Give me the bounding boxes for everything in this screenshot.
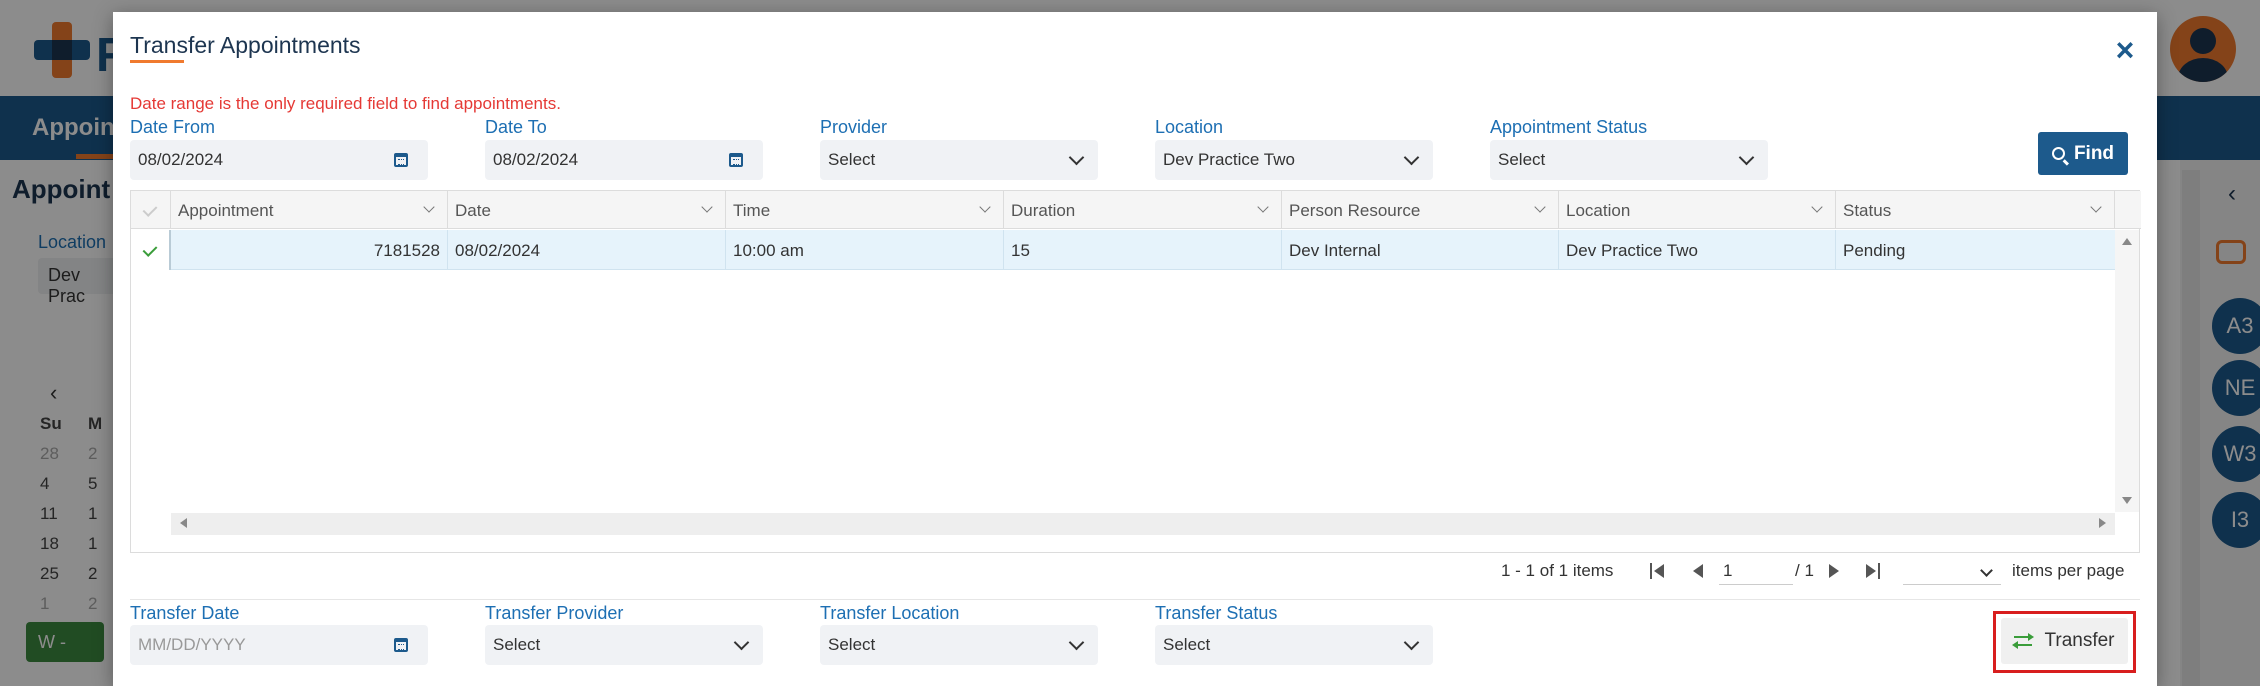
appointment-status-value: Select (1498, 150, 1546, 169)
table-row[interactable]: 7181528 08/02/2024 10:00 am 15 Dev Inter… (131, 230, 2116, 270)
date-from-value: 08/02/2024 (138, 150, 224, 169)
transfer-provider-select[interactable]: Select (485, 625, 763, 665)
check-icon (142, 202, 158, 217)
chevron-down-icon (733, 634, 750, 650)
transfer-status-label: Transfer Status (1155, 603, 1278, 623)
cell-appointment: 7181528 (171, 230, 448, 270)
column-menu-icon[interactable] (423, 201, 435, 213)
prev-page-icon[interactable] (1693, 562, 1707, 580)
check-icon (142, 242, 158, 257)
page-number-input[interactable] (1719, 557, 1793, 585)
cell-time: 10:00 am (726, 230, 1004, 270)
provider-value: Select (828, 150, 876, 169)
page-total: / 1 (1795, 561, 1814, 580)
last-page-icon[interactable] (1866, 562, 1884, 580)
transfer-date-label: Transfer Date (130, 603, 240, 623)
column-menu-icon[interactable] (979, 201, 991, 213)
date-from-field[interactable]: 08/02/2024 (130, 140, 428, 180)
transfer-provider-label: Transfer Provider (485, 603, 624, 623)
horizontal-scrollbar[interactable] (171, 513, 2115, 535)
date-to-label: Date To (485, 117, 547, 137)
chevron-down-icon (1068, 149, 1085, 165)
transfer-provider-value: Select (493, 635, 541, 654)
transfer-appointments-dialog: Transfer Appointments × Date range is th… (113, 12, 2157, 686)
find-button[interactable]: Find (2038, 132, 2128, 175)
column-header-appointment[interactable]: Appointment (171, 191, 448, 229)
transfer-button-label: Transfer (2044, 630, 2115, 651)
provider-label: Provider (820, 117, 888, 137)
chevron-down-icon (1068, 634, 1085, 650)
column-header-person-resource[interactable]: Person Resource (1282, 191, 1559, 229)
transfer-location-select[interactable]: Select (820, 625, 1098, 665)
column-header-location[interactable]: Location (1559, 191, 1836, 229)
appointment-status-label: Appointment Status (1490, 117, 1648, 137)
appointment-status-select[interactable]: Select (1490, 140, 1768, 180)
column-menu-icon[interactable] (2090, 201, 2102, 213)
chevron-down-icon (1980, 564, 1993, 577)
section-divider (130, 599, 2140, 600)
provider-select[interactable]: Select (820, 140, 1098, 180)
transfer-status-select[interactable]: Select (1155, 625, 1433, 665)
cell-status: Pending (1843, 241, 1906, 260)
transfer-status-value: Select (1163, 635, 1211, 654)
dialog-title: Transfer Appointments (130, 32, 361, 58)
cell-duration: 15 (1004, 230, 1282, 270)
cell-person-resource: Dev Internal (1282, 230, 1559, 270)
chevron-down-icon (1403, 634, 1420, 650)
transfer-date-field[interactable]: MM/DD/YYYY (130, 625, 428, 665)
cell-date: 08/02/2024 (448, 230, 726, 270)
column-menu-icon[interactable] (1811, 201, 1823, 213)
scroll-right-icon[interactable] (2099, 518, 2106, 528)
next-page-icon[interactable] (1829, 562, 1843, 580)
pager-info: 1 - 1 of 1 items (1501, 561, 1614, 580)
transfer-location-value: Select (828, 635, 876, 654)
close-icon[interactable]: × (2107, 32, 2143, 68)
title-underline (130, 60, 184, 63)
cell-location: Dev Practice Two (1559, 230, 1836, 270)
date-to-value: 08/02/2024 (493, 150, 579, 169)
items-per-page-label: items per page (2012, 561, 2125, 580)
transfer-button[interactable]: Transfer (2001, 618, 2128, 664)
column-menu-icon[interactable] (1257, 201, 1269, 213)
date-from-label: Date From (130, 117, 216, 137)
column-header-time[interactable]: Time (726, 191, 1004, 229)
column-header-status[interactable]: Status (1836, 191, 2115, 229)
search-icon (2051, 147, 2065, 160)
column-menu-icon[interactable] (701, 201, 713, 213)
find-button-label: Find (2073, 142, 2115, 164)
scroll-up-icon[interactable] (2122, 238, 2132, 245)
transfer-location-label: Transfer Location (820, 603, 960, 623)
calendar-icon[interactable] (729, 153, 743, 167)
column-menu-icon[interactable] (1534, 201, 1546, 213)
column-header-duration[interactable]: Duration (1004, 191, 1282, 229)
chevron-down-icon (1403, 149, 1420, 165)
select-all-checkbox[interactable] (131, 191, 171, 229)
row-checkbox[interactable] (131, 230, 171, 270)
required-field-note: Date range is the only required field to… (130, 94, 561, 113)
chevron-down-icon (1738, 149, 1755, 165)
location-label: Location (1155, 117, 1224, 137)
transfer-date-placeholder: MM/DD/YYYY (138, 635, 246, 654)
calendar-icon[interactable] (394, 153, 408, 167)
grid-header: Appointment Date Time Duration Person Re… (131, 191, 2141, 229)
calendar-icon[interactable] (394, 638, 408, 652)
swap-arrows-icon (2012, 633, 2035, 649)
column-header-date[interactable]: Date (448, 191, 726, 229)
location-select[interactable]: Dev Practice Two (1155, 140, 1433, 180)
appointments-grid: Appointment Date Time Duration Person Re… (130, 190, 2141, 553)
vertical-scrollbar[interactable] (2115, 230, 2139, 512)
location-value: Dev Practice Two (1163, 150, 1295, 169)
scroll-left-icon[interactable] (180, 518, 187, 528)
first-page-icon[interactable] (1650, 562, 1668, 580)
page-size-select[interactable] (1903, 557, 2001, 585)
scroll-down-icon[interactable] (2122, 497, 2132, 504)
date-to-field[interactable]: 08/02/2024 (485, 140, 763, 180)
